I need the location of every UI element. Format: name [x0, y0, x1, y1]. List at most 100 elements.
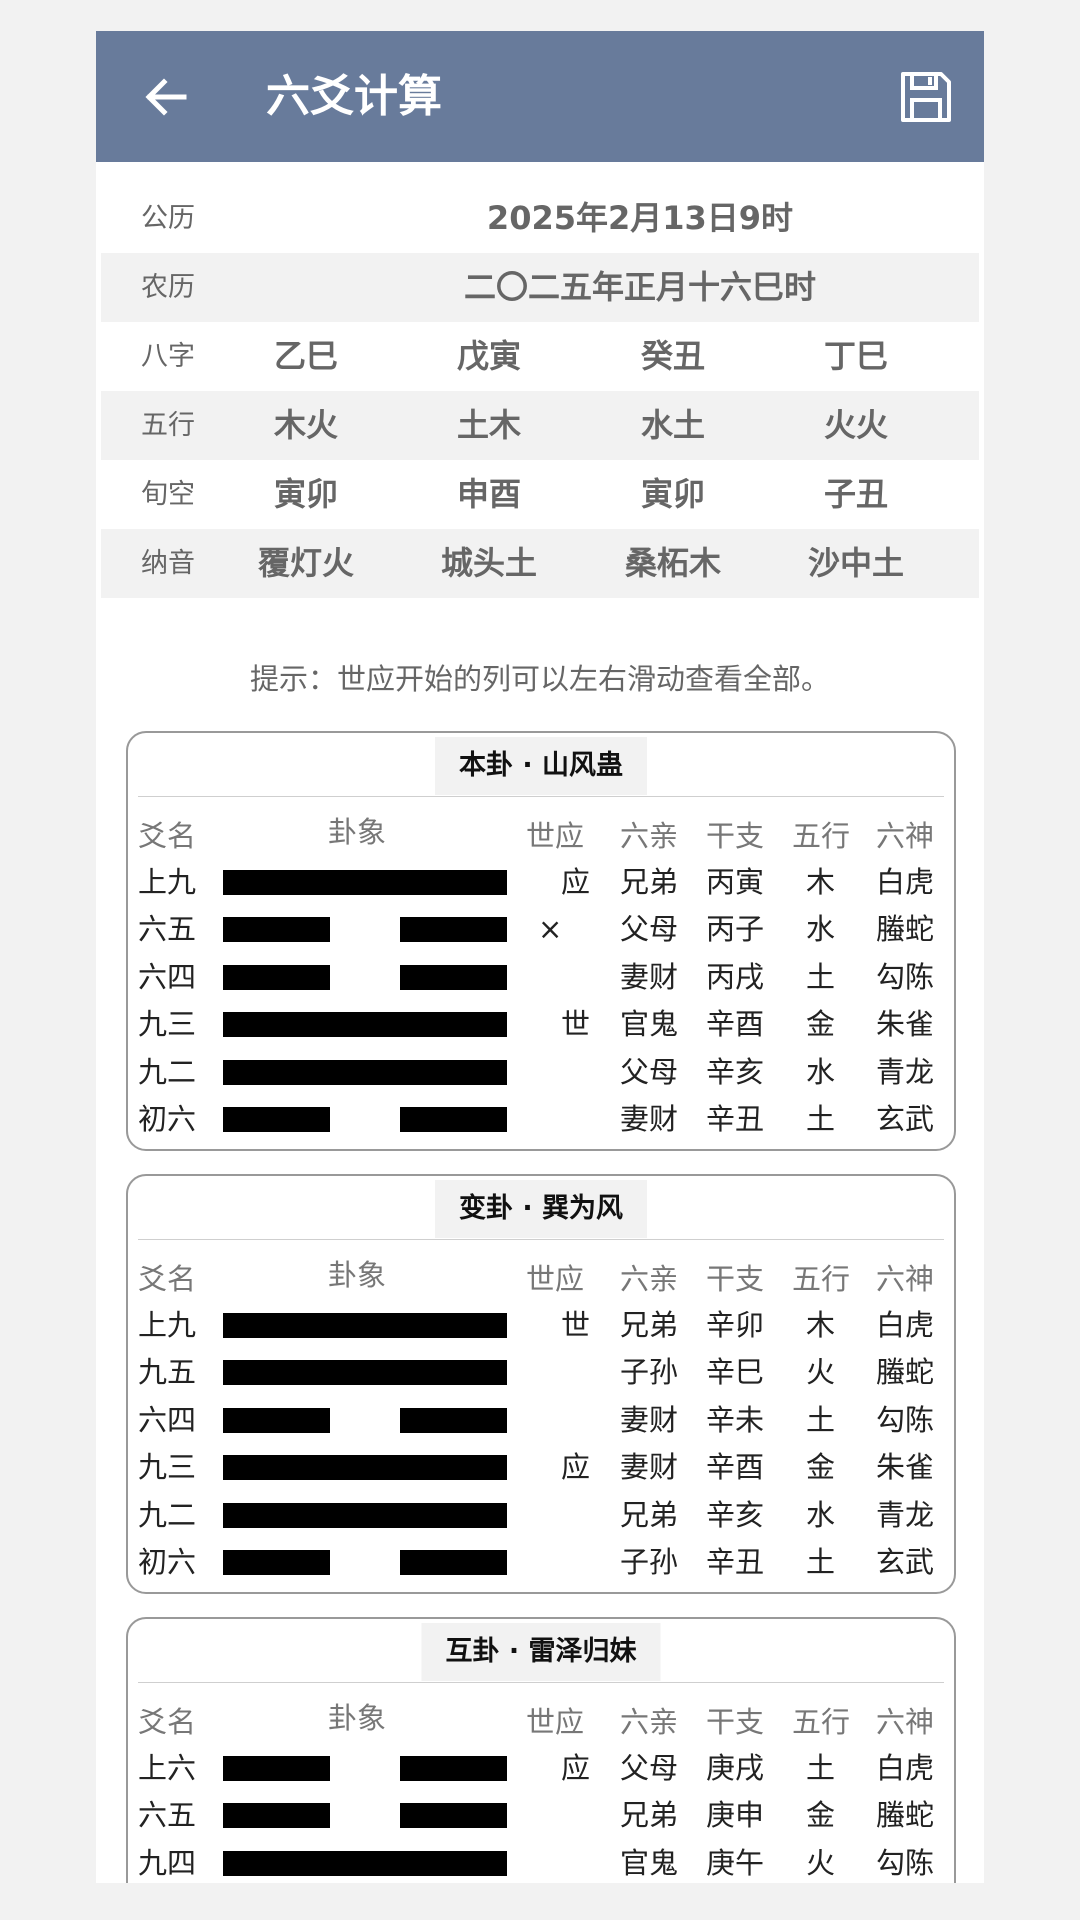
- wuxing-cell: 木: [806, 865, 836, 899]
- floppy-disk-icon: [901, 72, 951, 122]
- col-header-gua: 卦象: [328, 1701, 387, 1735]
- yin-line-right: [400, 1550, 507, 1575]
- liuqin-cell: 兄弟: [620, 865, 679, 899]
- bazi-day: 癸丑: [640, 337, 705, 375]
- col-header-liuqin: 六亲: [620, 819, 679, 853]
- yao-name: 上六: [138, 1751, 197, 1785]
- liushen-cell: 螣蛇: [876, 1798, 935, 1833]
- shiying-mark: 应: [561, 865, 591, 899]
- col-header-ganzhi: 干支: [706, 819, 765, 853]
- bazi-month: 戊寅: [456, 337, 521, 375]
- liuqin-cell: 子孙: [620, 1355, 679, 1390]
- col-header-liushen: 六神: [876, 1705, 935, 1739]
- yao-name: 九四: [138, 1845, 197, 1880]
- ganzhi-cell: 辛酉: [706, 1007, 765, 1042]
- wuxing-hour: 火火: [823, 406, 888, 444]
- yao-name: 九三: [138, 1007, 197, 1042]
- liushen-cell: 玄武: [876, 1545, 935, 1579]
- yang-line: [223, 1502, 507, 1528]
- col-header-liushen: 六神: [876, 1262, 935, 1296]
- xunkong-month: 申酉: [456, 475, 521, 513]
- hexagram-card[interactable]: 变卦 · 巽为风 爻名 卦象 世应 六亲 干支 五行 六神 上九世兄弟 辛卯木白虎 九五 子孙 辛巳火螣…: [126, 1174, 956, 1594]
- col-header-liuqin: 六亲: [620, 1262, 679, 1296]
- xunkong-label: 旬空: [141, 479, 195, 510]
- wuxing-month: 土木: [456, 406, 521, 444]
- yin-line-right: [400, 1107, 507, 1132]
- col-header-shiying: 世应: [526, 1705, 585, 1739]
- lunar-value: 二〇二五年正月十六巳时: [463, 268, 816, 306]
- col-header-liuqin: 六亲: [620, 1705, 679, 1739]
- yang-line: [223, 870, 507, 895]
- wuxing-cell: 金: [806, 1450, 836, 1485]
- yao-row: 初六 妻财 辛丑 土 玄武: [128, 1096, 954, 1143]
- app-screen: 六爻计算 公历 2025年2月13日9时 农历 二〇二五年正月十六巳时 八字 乙…: [96, 31, 984, 1883]
- save-button[interactable]: [898, 69, 954, 125]
- yin-line-left: [223, 917, 330, 943]
- moving-line-mark: ×: [538, 912, 563, 947]
- ganzhi-cell: 丙子: [706, 912, 765, 947]
- liushen-cell: 青龙: [876, 1497, 935, 1532]
- shiying-mark: 应: [561, 1751, 591, 1785]
- yin-line-right: [400, 917, 507, 943]
- yao-name: 九二: [138, 1054, 197, 1089]
- liuqin-cell: 兄弟: [620, 1798, 679, 1833]
- app-bar: 六爻计算: [96, 31, 984, 162]
- yin-line-left: [223, 1550, 330, 1575]
- col-header-gua: 卦象: [328, 1258, 387, 1292]
- liuqin-cell: 妻财: [620, 1102, 679, 1136]
- wuxing-cell: 金: [806, 1007, 836, 1042]
- liuqin-cell: 官鬼: [620, 1007, 679, 1042]
- liushen-cell: 朱雀: [876, 1450, 935, 1485]
- title-divider: [138, 1239, 944, 1240]
- liushen-cell: 白虎: [876, 1751, 935, 1785]
- bazi-row: 八字 乙巳 戊寅 癸丑 丁巳: [101, 322, 979, 391]
- liushen-cell: 白虎: [876, 1308, 935, 1342]
- back-button[interactable]: [136, 67, 196, 127]
- col-header-name: 爻名: [138, 1705, 197, 1739]
- yao-name: 上九: [138, 865, 197, 899]
- yin-line-right: [400, 1756, 507, 1781]
- yao-name: 九五: [138, 1355, 197, 1390]
- hexagram-title: 变卦 · 巽为风: [434, 1180, 648, 1238]
- ganzhi-cell: 辛亥: [706, 1054, 765, 1089]
- yao-row: 六四 妻财 辛未 土 勾陈: [128, 1397, 954, 1444]
- wuxing-cell: 水: [806, 1054, 836, 1089]
- ganzhi-cell: 庚午: [706, 1845, 765, 1880]
- wuxing-year: 木火: [273, 406, 338, 444]
- yin-line-left: [223, 964, 330, 990]
- shiying-mark: 应: [561, 1450, 591, 1485]
- yao-row: 九二 兄弟 辛亥 水 青龙: [128, 1492, 954, 1539]
- yang-line: [223, 1012, 507, 1038]
- bazi-hour: 丁巳: [823, 337, 888, 375]
- nayin-year: 覆灯火: [257, 544, 354, 582]
- hexagram-card[interactable]: 本卦 · 山风蛊 爻名 卦象 世应 六亲 干支 五行 六神 上九应兄弟 丙寅木白虎 六五 × 父母 丙子水…: [126, 731, 956, 1151]
- page-title: 六爻计算: [266, 71, 442, 122]
- yao-row: 上九 应兄弟 丙寅 木 白虎: [128, 859, 954, 906]
- yao-row: 九四 官鬼 庚午 火 勾陈: [128, 1840, 954, 1883]
- liushen-cell: 勾陈: [876, 1402, 935, 1437]
- yao-row: 上九 世兄弟 辛卯 木 白虎: [128, 1302, 954, 1349]
- wuxing-cell: 土: [806, 1545, 836, 1579]
- col-header-name: 爻名: [138, 1262, 197, 1296]
- solar-value: 2025年2月13日9时: [486, 199, 794, 237]
- liushen-cell: 青龙: [876, 1054, 935, 1089]
- ganzhi-cell: 辛亥: [706, 1497, 765, 1532]
- nayin-month: 城头土: [440, 544, 537, 582]
- yin-line-right: [400, 1407, 507, 1433]
- col-header-ganzhi: 干支: [706, 1705, 765, 1739]
- yao-row: 九二 父母 辛亥 水 青龙: [128, 1049, 954, 1096]
- yao-row: 六五 × 父母 丙子 水 螣蛇: [128, 906, 954, 953]
- ganzhi-cell: 辛丑: [706, 1545, 765, 1579]
- title-divider: [138, 1682, 944, 1683]
- col-header-gua: 卦象: [328, 815, 387, 849]
- date-info-panel: 公历 2025年2月13日9时 农历 二〇二五年正月十六巳时 八字 乙巳 戊寅 …: [101, 184, 979, 598]
- hexagram-card[interactable]: 互卦 · 雷泽归妹 爻名 卦象 世应 六亲 干支 五行 六神 上六 应父母 庚戌 土 白虎 六五 兄弟 庚申 金…: [126, 1617, 956, 1883]
- scroll-hint: 提示：世应开始的列可以左右滑动查看全部。: [249, 662, 830, 696]
- xunkong-day: 寅卯: [640, 475, 705, 513]
- wuxing-label: 五行: [141, 410, 195, 441]
- yin-line-left: [223, 1407, 330, 1433]
- yao-name: 六四: [138, 959, 197, 994]
- liuqin-cell: 父母: [620, 1751, 679, 1785]
- bazi-year: 乙巳: [273, 337, 338, 375]
- liuqin-cell: 兄弟: [620, 1308, 679, 1342]
